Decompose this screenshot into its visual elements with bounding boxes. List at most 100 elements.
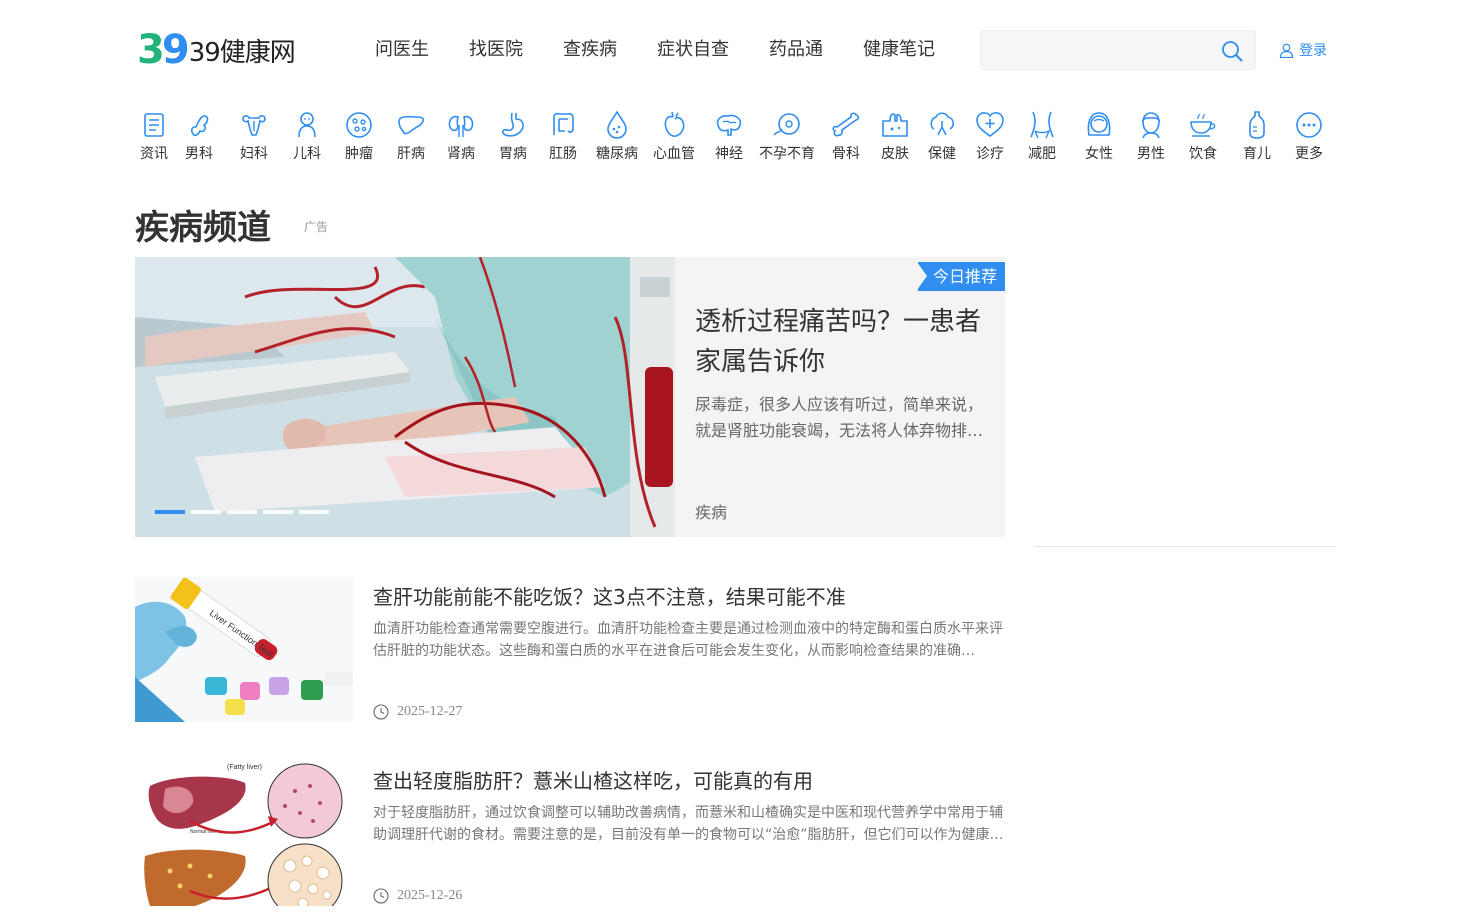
intestine-icon	[553, 112, 574, 135]
bone-icon	[832, 112, 860, 137]
category-label: 减肥	[1028, 146, 1056, 162]
hero-description: 尿毒症，很多人应该有听过，简单来说，就是肾脏功能衰竭，无法将人体弃物排出体外……	[695, 395, 984, 440]
clock-icon	[373, 704, 389, 720]
article-thumbnail[interactable]: (Fatty liver) Normal liver	[135, 761, 353, 906]
category-label: 不孕不育	[759, 146, 815, 162]
category-neurology[interactable]: 神经	[700, 109, 758, 163]
today-recommend-badge: 今日推荐	[916, 262, 1005, 291]
category-label: 肿瘤	[345, 146, 373, 162]
login-link[interactable]: 登录	[1279, 40, 1327, 60]
category-label: 神经	[715, 146, 743, 162]
news-icon	[144, 113, 164, 137]
category-diet[interactable]: 饮食	[1174, 109, 1232, 163]
clock-icon	[373, 888, 389, 904]
hero-carousel[interactable]: 今日推荐 透析过程痛苦吗？一患者家属告诉你 尿毒症，很多人应该有听过，简单来说，…	[135, 257, 1005, 537]
hero-tag[interactable]: 疾病	[695, 499, 727, 523]
search-box	[980, 30, 1256, 70]
article-title[interactable]: 查肝功能前能不能吃饭？这3点不注意，结果可能不准	[373, 581, 846, 610]
category-infertility[interactable]: 不孕不育	[758, 109, 816, 163]
fatty-liver-image: (Fatty liver) Normal liver	[135, 761, 353, 906]
category-label: 肾病	[447, 146, 475, 162]
liver-icon	[398, 115, 424, 135]
category-label: 育儿	[1243, 146, 1271, 162]
article-description: 对于轻度脂肪肝，通过饮食调整可以辅助改善病情，而薏米和山楂确实是中医和现代营养学…	[373, 805, 1004, 843]
man-face-icon	[1141, 112, 1161, 139]
fatty-liver-caption: (Fatty liver)	[227, 764, 262, 771]
blood-drop-icon	[607, 110, 627, 139]
user-icon	[1279, 43, 1294, 58]
kidney-icon	[448, 115, 474, 137]
category-andrology[interactable]: 男科	[170, 109, 228, 163]
search-input[interactable]	[981, 31, 1211, 69]
login-label: 登录	[1299, 43, 1327, 59]
category-gynecology[interactable]: 妇科	[225, 109, 283, 163]
carousel-dot[interactable]	[155, 510, 185, 514]
top-nav: 问医生 找医院 查疾病 症状自查 药品通 健康笔记	[355, 37, 955, 63]
health-care-icon	[930, 112, 954, 136]
category-label: 女性	[1085, 146, 1113, 162]
category-label: 妇科	[240, 146, 268, 162]
skin-icon	[882, 113, 908, 137]
category-label: 诊疗	[976, 146, 1004, 162]
hero-title[interactable]: 透析过程痛苦吗？一患者家属告诉你	[695, 302, 995, 382]
category-label: 心血管	[653, 146, 695, 162]
article-description: 血清肝功能检查通常需要空腹进行。血清肝功能检查主要是通过检测血液中的特定酶和蛋白…	[373, 621, 1003, 659]
category-pediatrics[interactable]: 儿科	[278, 109, 336, 163]
nav-check-disease[interactable]: 查疾病	[563, 37, 617, 63]
nav-drugs[interactable]: 药品通	[769, 37, 823, 63]
category-oncology[interactable]: 肿瘤	[330, 109, 388, 163]
nav-ask-doctor[interactable]: 问医生	[375, 37, 429, 63]
category-men[interactable]: 男性	[1122, 109, 1180, 163]
logo-text: 39健康网	[188, 37, 296, 68]
cup-icon	[1190, 113, 1216, 137]
side-ad-area	[1035, 257, 1335, 547]
carousel-dot[interactable]	[227, 510, 257, 514]
article-date: 2025-12-27	[373, 704, 462, 720]
category-anorectal[interactable]: 肛肠	[534, 109, 592, 163]
article-item[interactable]: (Fatty liver) Normal liver 查出轻度脂肪肝？薏米山楂这…	[135, 761, 1005, 906]
category-parenting[interactable]: 育儿	[1228, 109, 1286, 163]
carousel-dot[interactable]	[191, 510, 221, 514]
hero-image[interactable]	[135, 257, 675, 537]
category-diabetes[interactable]: 糖尿病	[588, 109, 646, 163]
ad-label: 广告	[304, 220, 329, 234]
category-label: 肛肠	[549, 146, 577, 162]
stomach-icon	[501, 112, 524, 137]
article-title[interactable]: 查出轻度脂肪肝？薏米山楂这样吃，可能真的有用	[373, 765, 813, 794]
more-icon	[1296, 112, 1322, 138]
woman-face-icon	[1087, 112, 1111, 136]
category-cardiovascular[interactable]: 心血管	[645, 109, 703, 163]
tumor-cell-icon	[346, 112, 372, 138]
nav-health-notes[interactable]: 健康笔记	[863, 37, 935, 63]
category-label: 男性	[1137, 146, 1165, 162]
nav-find-hospital[interactable]: 找医院	[469, 37, 523, 63]
logo-mark: 39	[137, 27, 190, 73]
male-organ-icon	[191, 115, 209, 137]
category-treatment[interactable]: 诊疗	[961, 109, 1019, 163]
category-kidney[interactable]: 肾病	[432, 109, 490, 163]
carousel-dot[interactable]	[263, 510, 293, 514]
category-weight-loss[interactable]: 减肥	[1013, 109, 1071, 163]
article-date: 2025-12-26	[373, 888, 462, 904]
page-title: 疾病频道	[135, 208, 271, 248]
uterus-icon	[242, 115, 266, 136]
article-item[interactable]: Liver Function Test 查肝功能前能不能吃饭？这3点不注意，结果…	[135, 577, 1005, 722]
category-nav: 资讯 男科 妇科 儿科 肿瘤 肝病 肾病 胃病 肛肠 糖尿病 心血管 神经 不孕…	[135, 109, 1335, 169]
category-women[interactable]: 女性	[1070, 109, 1128, 163]
sperm-egg-icon	[773, 113, 800, 136]
category-label: 儿科	[293, 146, 321, 162]
category-more[interactable]: 更多	[1280, 109, 1338, 163]
date-text: 2025-12-26	[397, 888, 463, 903]
category-label: 男科	[185, 146, 213, 162]
article-thumbnail[interactable]: Liver Function Test	[135, 577, 353, 722]
category-label: 更多	[1295, 146, 1323, 162]
category-label: 饮食	[1189, 146, 1217, 162]
site-logo[interactable]: 39 39健康网	[137, 27, 296, 73]
heart-icon	[664, 111, 685, 137]
search-icon[interactable]	[1221, 40, 1243, 62]
nav-symptom-check[interactable]: 症状自查	[657, 37, 729, 63]
waist-icon	[1030, 111, 1054, 139]
category-label: 糖尿病	[596, 146, 638, 162]
carousel-dot[interactable]	[299, 510, 329, 514]
medical-cross-icon	[976, 112, 1004, 137]
